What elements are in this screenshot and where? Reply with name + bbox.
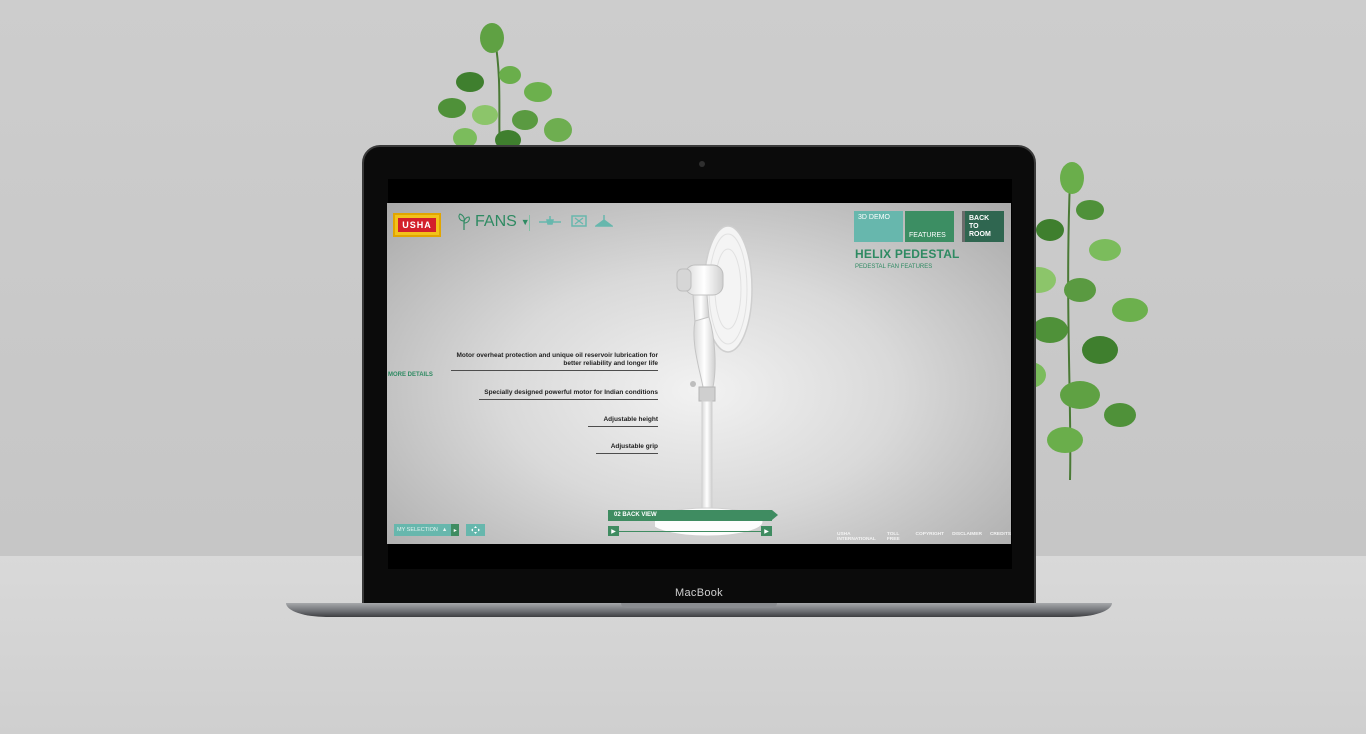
product-title: HELIX PEDESTAL bbox=[855, 247, 960, 261]
laptop-label: MacBook bbox=[675, 587, 723, 599]
view-slider-track[interactable] bbox=[619, 530, 761, 532]
view-control: 02 BACK VIEW ▶ ▶ bbox=[608, 510, 778, 536]
fullscreen-button[interactable] bbox=[466, 524, 485, 536]
my-selection-label: MY SELECTION bbox=[397, 527, 438, 533]
my-selection-button[interactable]: MY SELECTION ▲ ▸ bbox=[394, 524, 460, 536]
laptop-base bbox=[286, 603, 1112, 617]
plant-top-image bbox=[438, 23, 572, 156]
tab-features-label: FEATURES bbox=[909, 232, 946, 239]
usha-logo[interactable]: USHA bbox=[393, 213, 441, 237]
footer-links: USHA INTERNATIONAL TOLL FREE COPYRIGHT D… bbox=[837, 532, 1011, 542]
footer-link-usha-international[interactable]: USHA INTERNATIONAL bbox=[837, 532, 879, 542]
feature-item[interactable]: Specially designed powerful motor for In… bbox=[479, 389, 658, 400]
caret-up-icon: ▲ bbox=[441, 527, 448, 533]
category-label: FANS bbox=[475, 213, 517, 230]
feature-item[interactable]: Adjustable grip bbox=[596, 443, 658, 454]
fan-type-icons bbox=[537, 214, 613, 228]
next-view-button[interactable]: ▶ bbox=[761, 526, 772, 536]
app-screen: USHA FANS ▼ 3D DEMO FEATURES BACK TO ROO… bbox=[387, 203, 1011, 544]
view-slider[interactable]: ▶ ▶ bbox=[608, 526, 772, 536]
fan-leaf-icon bbox=[458, 213, 470, 230]
ceiling-fan-icon[interactable] bbox=[537, 214, 563, 228]
footer-link-copyright[interactable]: COPYRIGHT bbox=[916, 532, 945, 542]
footer-link-credits[interactable]: CREDITS bbox=[990, 532, 1011, 542]
my-selection-arrow-icon[interactable]: ▸ bbox=[451, 524, 460, 536]
tab-3d-demo[interactable]: 3D DEMO bbox=[854, 211, 903, 242]
camera-icon bbox=[699, 161, 705, 167]
view-mode-tabs: 3D DEMO FEATURES BACK TO ROOM bbox=[854, 211, 1004, 242]
brand-name: USHA bbox=[398, 218, 436, 232]
product-subtitle: PEDESTAL FAN FEATURES bbox=[855, 264, 933, 270]
current-view-label: 02 BACK VIEW bbox=[608, 510, 778, 521]
expand-arrows-icon bbox=[471, 526, 480, 534]
exhaust-fan-icon[interactable] bbox=[595, 214, 613, 228]
footer-link-disclaimer[interactable]: DISCLAIMER bbox=[952, 532, 982, 542]
laptop-notch bbox=[621, 603, 777, 608]
feature-item[interactable]: Adjustable height bbox=[588, 416, 658, 427]
back-to-room-button[interactable]: BACK TO ROOM bbox=[962, 211, 1004, 242]
category-selector[interactable]: FANS ▼ bbox=[457, 213, 530, 231]
feature-item[interactable]: Motor overheat protection and unique oil… bbox=[451, 352, 658, 371]
previous-view-button[interactable]: ▶ bbox=[608, 526, 619, 536]
footer-link-toll-free[interactable]: TOLL FREE bbox=[887, 532, 908, 542]
category-divider bbox=[529, 215, 530, 231]
more-details-link[interactable]: MORE DETAILS bbox=[388, 372, 433, 378]
tab-features[interactable]: FEATURES bbox=[905, 211, 954, 242]
wall-fan-icon[interactable] bbox=[571, 214, 587, 228]
pedestal-fan-image[interactable] bbox=[655, 217, 765, 542]
